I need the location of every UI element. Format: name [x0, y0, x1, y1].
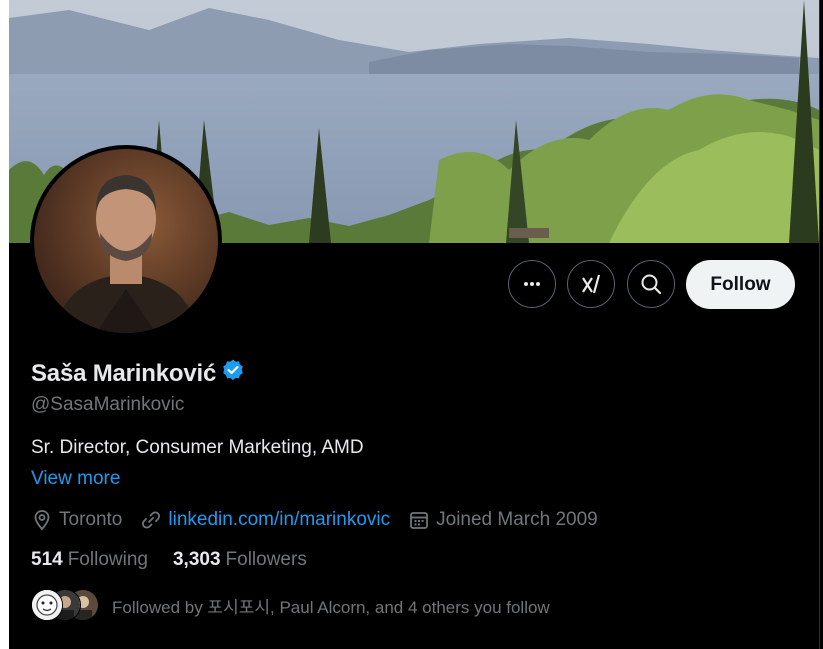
website-link[interactable]: linkedin.com/in/marinkovic	[168, 509, 390, 531]
following-label: Following	[67, 549, 148, 570]
followed-by-avatars	[31, 589, 99, 621]
left-gutter	[0, 0, 9, 649]
search-profile-button[interactable]	[627, 260, 675, 308]
website-item: linkedin.com/in/marinkovic	[140, 509, 390, 531]
following-count: 514	[31, 549, 63, 570]
profile-handle: @SasaMarinkovic	[31, 394, 185, 415]
follower-avatar	[31, 589, 63, 621]
profile-page: Follow Saša Marinković @SasaMarinkovic S…	[0, 0, 823, 649]
calendar-icon	[410, 512, 429, 529]
more-options-button[interactable]	[508, 260, 556, 308]
followed-by-row[interactable]: Followed by 포시포시, Paul Alcorn, and 4 oth…	[31, 589, 550, 621]
view-more-link[interactable]: View more	[31, 468, 120, 490]
avatar-photo	[34, 149, 218, 333]
profile-meta: Toronto linkedin.com/in/marinkovic Joine…	[31, 507, 616, 533]
grok-icon	[582, 274, 601, 294]
followed-by-text: Followed by 포시포시, Paul Alcorn, and 4 oth…	[112, 597, 550, 617]
followers-count: 3,303	[172, 549, 221, 570]
followers-stat[interactable]: 3,303 Followers	[173, 549, 307, 571]
verified-badge-icon[interactable]	[221, 358, 245, 389]
ellipsis-icon	[524, 282, 540, 286]
joined-item: Joined March 2009	[408, 509, 598, 531]
follow-button[interactable]: Follow	[686, 260, 795, 309]
following-stat[interactable]: 514 Following	[31, 549, 148, 571]
profile-bio: Sr. Director, Consumer Marketing, AMD	[31, 437, 364, 458]
location-text: Toronto	[59, 509, 123, 530]
grok-button[interactable]	[567, 260, 615, 308]
search-icon	[641, 274, 662, 295]
column-divider	[819, 0, 820, 649]
follow-stats: 514 Following 3,303 Followers	[31, 549, 332, 571]
followers-label: Followers	[225, 549, 307, 570]
display-name: Saša Marinković	[31, 358, 245, 389]
link-icon	[142, 511, 161, 529]
joined-text: Joined March 2009	[436, 509, 598, 530]
location-pin-icon	[34, 510, 50, 531]
location-item: Toronto	[31, 509, 122, 531]
display-name-text: Saša Marinković	[31, 359, 217, 387]
profile-avatar[interactable]	[30, 145, 222, 337]
